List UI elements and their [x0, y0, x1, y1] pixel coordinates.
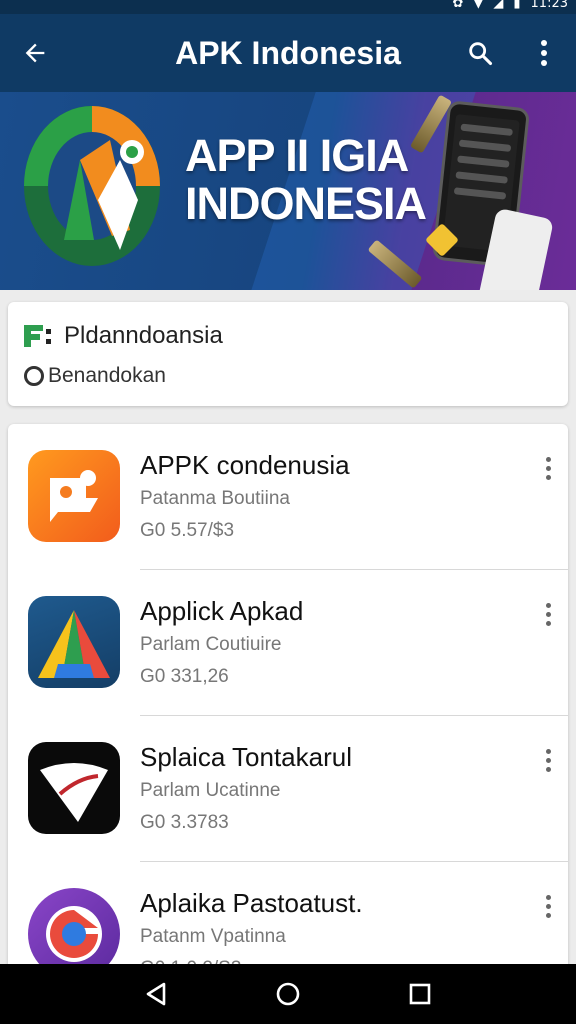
signal-icon: ◢: [493, 0, 504, 11]
status-time: 11:23: [530, 0, 568, 11]
vibrate-icon: ✿: [452, 0, 464, 11]
app-developer: Parlam Ucatinne: [140, 780, 281, 801]
app-size: G0 331,26: [140, 666, 229, 687]
list-item[interactable]: APPK condenusia Patanma Boutiina G0 5.57…: [8, 424, 568, 570]
account-icon: [24, 366, 44, 386]
app-name: APPK condenusia: [140, 450, 350, 480]
list-item[interactable]: Applick Apkad Parlam Coutiuire G0 331,26: [8, 570, 568, 716]
system-nav-bar: [0, 964, 576, 1024]
square-recents-icon: [409, 983, 431, 1005]
wifi-icon: ▼: [473, 0, 484, 11]
store-logo-icon: [24, 325, 51, 347]
arrow-back-icon: [25, 43, 45, 63]
back-button[interactable]: [0, 14, 70, 92]
more-vert-icon: [541, 40, 547, 66]
more-vert-icon[interactable]: [534, 888, 562, 924]
app-size: G0 3.3783: [140, 812, 229, 833]
app-size: G0 5.57/$3: [140, 520, 235, 541]
search-icon: [469, 42, 493, 66]
banner-headline-line1: APP II IGIA: [185, 130, 409, 181]
list-item[interactable]: Splaica Tontakarul Parlam Ucatinne G0 3.…: [8, 716, 568, 862]
more-vert-icon[interactable]: [534, 596, 562, 632]
app-developer: Patanm Vpatinna: [140, 926, 286, 947]
app-icon-black: [28, 742, 120, 834]
app-icon-orange: [28, 450, 120, 542]
banner-headline-line2: INDONESIA: [185, 178, 427, 229]
more-vert-icon[interactable]: [534, 742, 562, 778]
app-list: APPK condenusia Patanma Boutiina G0 5.57…: [8, 424, 568, 984]
nav-recents-button[interactable]: [390, 964, 450, 1024]
app-developer: Parlam Coutiuire: [140, 634, 282, 655]
app-bar: APK Indonesia: [0, 14, 576, 92]
app-name: Splaica Tontakarul: [140, 742, 352, 772]
banner-headline: APP II IGIA INDONESIA: [185, 130, 427, 229]
info-card[interactable]: Pldanndoansia Benandokan: [8, 302, 568, 406]
app-name: Aplaika Pastoatust.: [140, 888, 363, 918]
battery-icon: ▮: [513, 0, 521, 11]
app-name: Applick Apkad: [140, 596, 304, 626]
info-card-title: Pldanndoansia: [64, 322, 223, 349]
circle-home-icon: [276, 982, 300, 1006]
nav-home-button[interactable]: [258, 964, 318, 1024]
search-button[interactable]: [448, 14, 512, 92]
more-vert-icon[interactable]: [534, 450, 562, 486]
app-icon-triangle: [28, 596, 120, 688]
banner-logo-icon: [24, 106, 160, 266]
status-bar: ✿ ▼ ◢ ▮ 11:23: [0, 0, 576, 14]
triangle-back-icon: [146, 982, 166, 1006]
info-card-subtitle: Benandokan: [48, 364, 166, 387]
app-developer: Patanma Boutiina: [140, 488, 290, 509]
overflow-menu-button[interactable]: [512, 14, 576, 92]
promo-banner[interactable]: APP II IGIA INDONESIA: [0, 92, 576, 290]
nav-back-button[interactable]: [126, 964, 186, 1024]
